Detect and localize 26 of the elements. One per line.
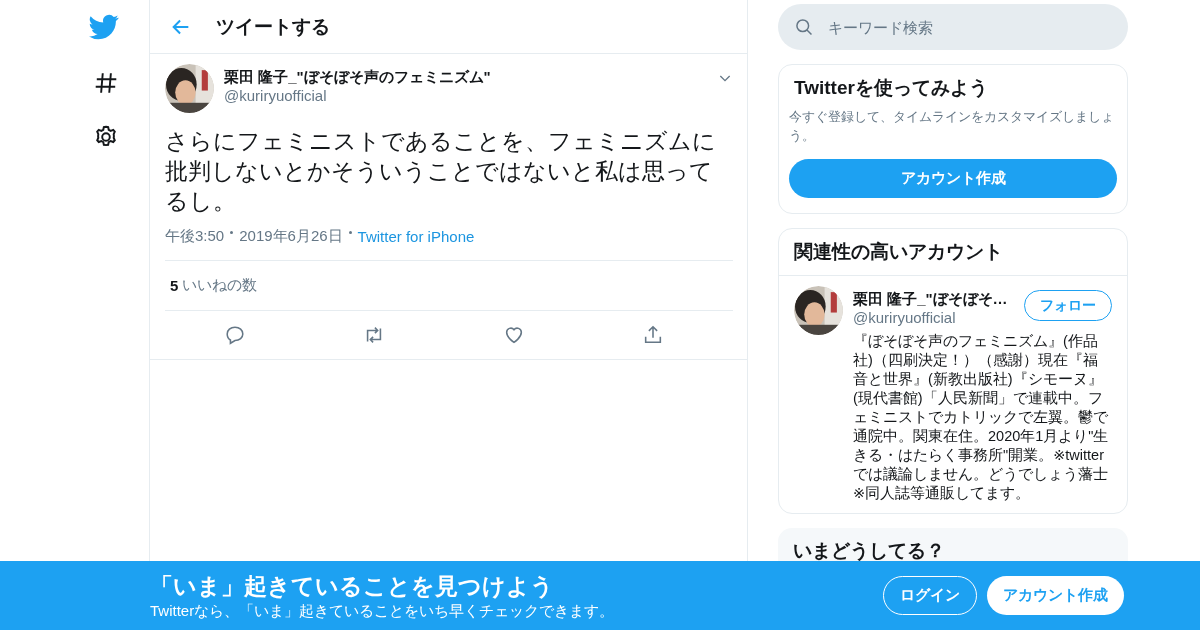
create-account-button[interactable]: アカウント作成 <box>789 159 1117 198</box>
create-account-button[interactable]: アカウント作成 <box>987 576 1124 615</box>
reply-icon[interactable] <box>223 324 246 346</box>
account-handle[interactable]: @kuriryuofficial <box>853 309 1008 326</box>
hashtag-icon[interactable] <box>93 70 119 96</box>
author-name[interactable]: 栗田 隆子_"ぼそぼそ声のフェミニズム" <box>224 68 491 87</box>
tweet-source[interactable]: Twitter for iPhone <box>357 228 475 245</box>
tweet-time[interactable]: 午後3:50 <box>165 227 225 246</box>
separator-dot <box>348 231 352 234</box>
card-title: 関連性の高いアカウント <box>779 229 1127 276</box>
account-bio: 『ぼそぼそ声のフェミニズム』(作品社)（四刷決定！）（感謝）現在『福音と世界』(新教出版社)『シモーヌ』(現代書館)「人民新聞」で連載中。フェミニストでカトリックで左翼。鬱で通院中。関東在住。2020年1月より"生きる・はたらく事務所"開業。※twitterでは議論しません。どうでしょう藩士※同人誌等通販してます。 <box>853 332 1109 503</box>
separator-dot <box>230 231 234 234</box>
banner-text: Twitterなら、「いま」起きていることをいち早くチェックできます。 <box>150 601 616 621</box>
page-title: ツイートする <box>216 14 330 39</box>
like-label[interactable]: いいねの数 <box>182 276 258 295</box>
card-title: Twitterを使ってみよう <box>793 76 989 100</box>
card-text: 今すぐ登録して、タイムラインをカスタマイズしましょう。 <box>788 108 1115 145</box>
like-count[interactable]: 5 <box>170 277 179 294</box>
tweet-date[interactable]: 2019年6月26日 <box>239 227 343 246</box>
account-name[interactable]: 栗田 隆子_"ぼそぼそ… <box>853 290 1008 309</box>
tweet-text: さらにフェミニストであることを、フェミニズムに批判しないとかそういうことではないと私は思ってるし。 <box>165 128 717 216</box>
search-field[interactable]: キーワード検索 <box>778 4 1128 50</box>
author-handle[interactable]: @kuriryuofficial <box>224 87 491 104</box>
banner-title: 「いま」起きていることを見つけよう <box>150 571 555 601</box>
follow-button[interactable]: フォロー <box>1024 290 1112 321</box>
bird-logo-icon[interactable] <box>89 12 119 42</box>
